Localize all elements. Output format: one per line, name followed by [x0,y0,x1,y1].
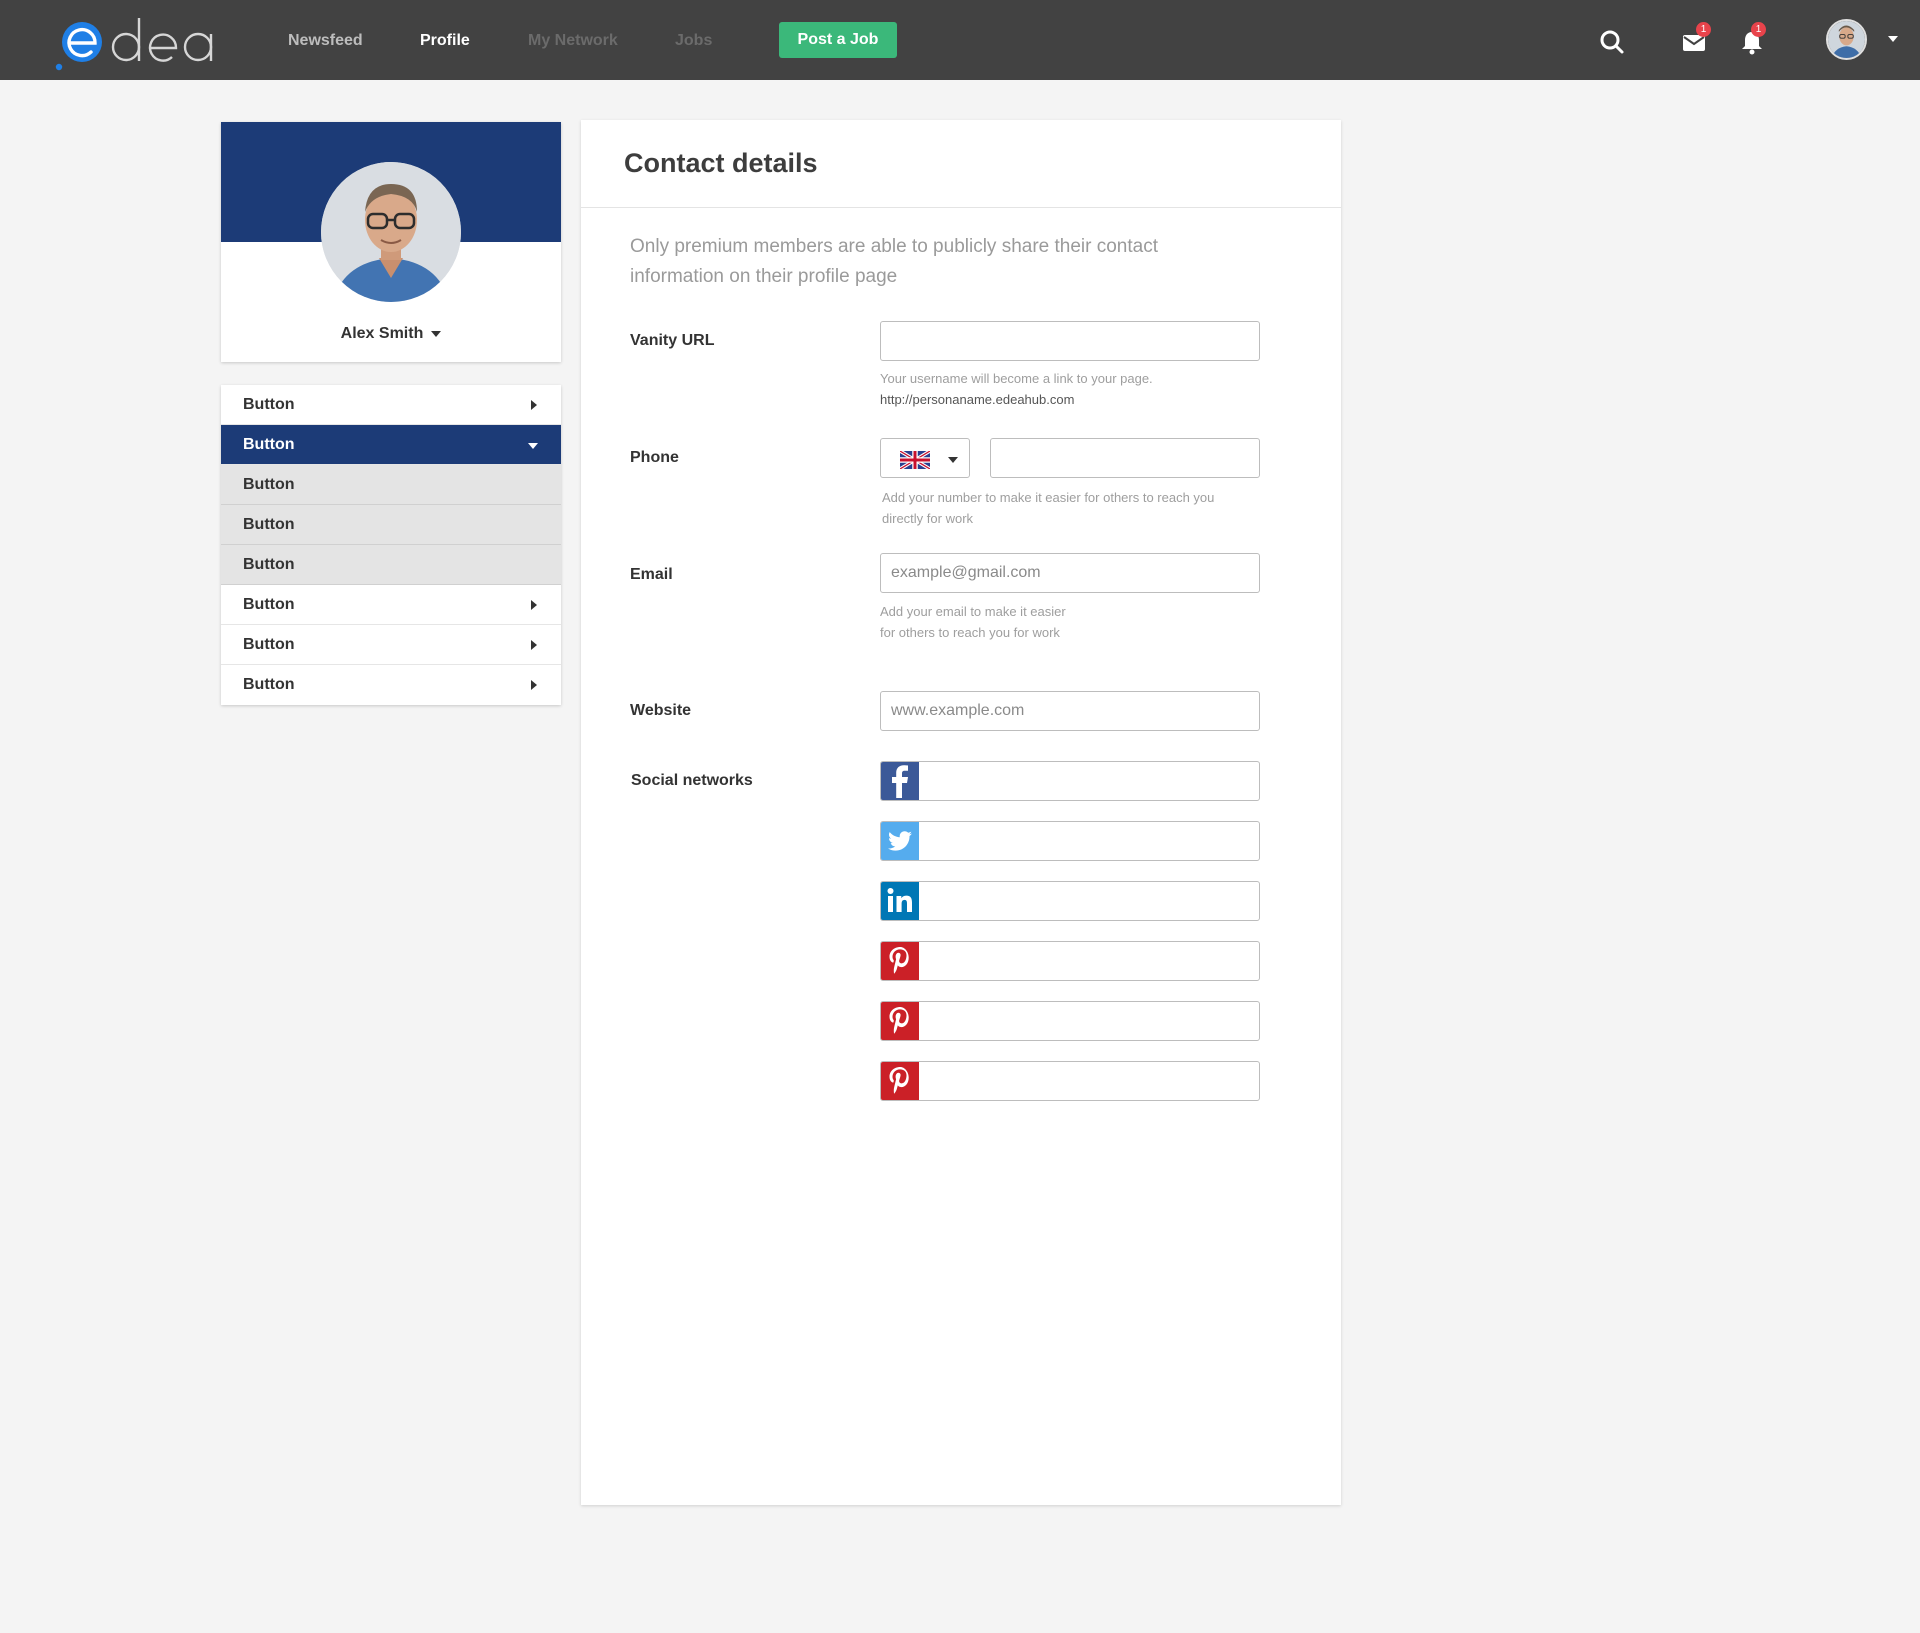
linkedin-field [880,881,1260,921]
profile-name-dropdown[interactable]: Alex Smith [221,325,561,343]
nav-jobs[interactable]: Jobs [675,32,712,50]
phone-label: Phone [630,449,679,466]
menu-item-3[interactable]: Button [221,585,561,625]
email-help: Add your email to make it easier for oth… [880,601,1066,643]
submenu-item-3[interactable]: Button [221,545,561,585]
twitter-icon [881,822,919,860]
menu-item-label: Button [243,596,295,613]
vanity-url-input[interactable] [880,321,1260,361]
page-title: Contact details [624,148,818,178]
contact-details-panel: Contact details Only premium members are… [581,120,1341,1505]
twitter-input[interactable] [921,822,1257,860]
country-code-select[interactable] [880,438,970,478]
caret-down-icon [528,443,538,449]
caret-right-icon [531,400,537,410]
phone-help-line-2: directly for work [882,511,974,526]
post-job-button[interactable]: Post a Job [779,22,897,58]
website-label: Website [630,702,692,719]
caret-down-icon [948,457,958,463]
pinterest-input[interactable] [921,942,1257,980]
pinterest-icon [881,1002,919,1040]
menu-item-label: Button [243,636,295,653]
facebook-icon [881,762,919,800]
menu-item-label: Button [243,676,295,693]
profile-name: Alex Smith [340,325,424,342]
submenu-item-1[interactable]: Button [221,465,561,505]
caret-down-icon [431,330,442,337]
caret-right-icon [531,600,537,610]
notification-count-badge: 1 [1751,22,1766,37]
submenu-item-2[interactable]: Button [221,505,561,545]
phone-help-line-1: Add your number to make it easier for ot… [882,490,1215,505]
website-input[interactable] [880,691,1260,731]
menu-item-4[interactable]: Button [221,625,561,665]
caret-right-icon [531,640,537,650]
pinterest-field-3 [880,1061,1260,1101]
pinterest-icon [881,1062,919,1100]
pinterest-field-2 [880,1001,1260,1041]
vanity-url-example: http://personaname.edeahub.com [880,392,1075,407]
twitter-field [880,821,1260,861]
nav-my-network[interactable]: My Network [528,32,618,50]
caret-right-icon [531,680,537,690]
mail-count-badge: 1 [1696,22,1711,37]
social-networks-label: Social networks [631,772,753,789]
top-navigation-bar: Newsfeed Profile My Network Jobs Post a … [0,0,1920,80]
profile-avatar[interactable] [321,162,461,302]
edea-logo[interactable] [54,12,216,72]
menu-item-2-expanded[interactable]: Button [221,425,561,465]
vanity-url-help: Your username will become a link to your… [880,368,1153,410]
pinterest-field-1 [880,941,1260,981]
uk-flag-icon [900,451,930,469]
phone-help: Add your number to make it easier for ot… [882,487,1214,529]
search-icon[interactable] [1598,28,1626,56]
vanity-url-label: Vanity URL [630,332,715,349]
phone-input[interactable] [990,438,1260,478]
premium-notice: Only premium members are able to publicl… [630,236,1159,287]
side-menu: Button Button Button Button Button Butto… [221,385,561,705]
menu-item-label: Button [243,516,295,533]
user-avatar[interactable] [1826,19,1867,60]
facebook-input[interactable] [921,762,1257,800]
email-help-line-2: for others to reach you for work [880,625,1060,640]
linkedin-icon [881,882,919,920]
email-input[interactable] [880,553,1260,593]
menu-item-1[interactable]: Button [221,385,561,425]
menu-item-label: Button [243,476,295,493]
linkedin-input[interactable] [921,882,1257,920]
email-label: Email [630,566,673,583]
nav-newsfeed[interactable]: Newsfeed [288,32,363,50]
pinterest-icon [881,942,919,980]
menu-item-label: Button [243,396,295,413]
vanity-url-help-text: Your username will become a link to your… [880,371,1153,386]
email-help-line-1: Add your email to make it easier [880,604,1066,619]
nav-profile[interactable]: Profile [420,32,470,50]
menu-item-label: Button [243,436,295,453]
profile-card: Alex Smith [221,122,561,362]
menu-item-5[interactable]: Button [221,665,561,705]
account-menu-caret-icon[interactable] [1888,36,1898,42]
pinterest-input[interactable] [921,1062,1257,1100]
pinterest-input[interactable] [921,1002,1257,1040]
facebook-field [880,761,1260,801]
menu-item-label: Button [243,556,295,573]
